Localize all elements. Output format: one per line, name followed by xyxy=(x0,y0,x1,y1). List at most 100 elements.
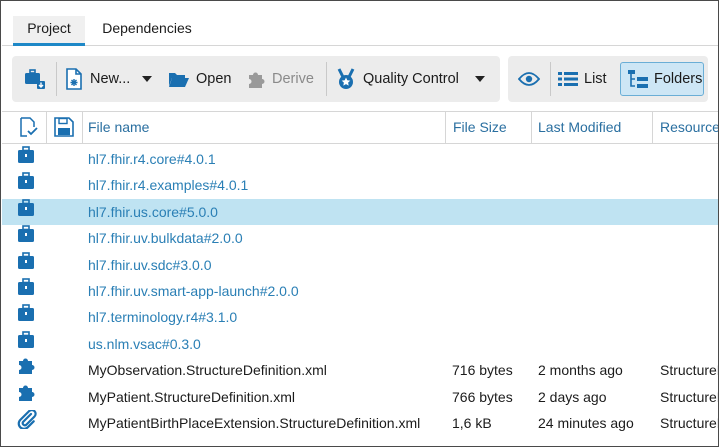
puzzle-icon xyxy=(17,384,37,410)
file-name-cell[interactable]: hl7.fhir.r4.core#4.0.1 xyxy=(88,146,444,172)
table-row[interactable]: MyObservation.StructureDefinition.xml 71… xyxy=(2,357,718,383)
table-row[interactable]: hl7.fhir.uv.bulkdata#2.0.0 xyxy=(2,225,718,251)
package-icon xyxy=(17,278,35,304)
row-icon-cell xyxy=(17,225,41,251)
tab-dependencies[interactable]: Dependencies xyxy=(88,16,206,46)
puzzle-icon xyxy=(17,357,37,383)
row-icon-cell xyxy=(17,278,41,304)
file-size-cell xyxy=(452,304,532,330)
package-icon xyxy=(17,330,35,357)
quality-control-label: Quality Control xyxy=(363,71,459,87)
file-name-cell: MyPatient.StructureDefinition.xml xyxy=(88,388,295,405)
new-button[interactable]: New... xyxy=(64,62,158,96)
open-button-label: Open xyxy=(196,71,232,87)
table-row[interactable]: hl7.fhir.us.core#5.0.0 xyxy=(2,198,718,225)
medal-icon xyxy=(337,68,355,90)
file-size-cell xyxy=(452,225,532,251)
last-modified-cell: 24 minutes ago xyxy=(538,415,634,431)
row-icon-cell xyxy=(17,146,41,172)
column-header-resource[interactable]: Resource xyxy=(660,112,718,143)
last-modified-cell xyxy=(538,172,652,198)
validation-column-header[interactable] xyxy=(18,112,42,143)
column-divider[interactable] xyxy=(46,112,47,143)
row-icon-cell xyxy=(17,251,41,278)
file-name-cell[interactable]: hl7.terminology.r4#3.1.0 xyxy=(88,304,444,330)
table-row[interactable]: hl7.fhir.r4.examples#4.0.1 xyxy=(2,172,718,198)
paperclip-icon xyxy=(17,410,37,436)
table-row[interactable]: MyPatient.StructureDefinition.xml 766 by… xyxy=(2,384,718,410)
row-icon-cell xyxy=(17,198,41,225)
list-view-button[interactable]: List xyxy=(558,62,614,96)
column-divider[interactable] xyxy=(652,112,653,143)
derive-button[interactable]: Derive xyxy=(246,62,320,96)
resource-type-cell xyxy=(660,225,718,251)
file-name-cell[interactable]: hl7.fhir.uv.sdc#3.0.0 xyxy=(88,252,444,278)
package-icon xyxy=(17,146,35,172)
quality-control-button[interactable]: Quality Control xyxy=(337,62,495,96)
row-icon-cell xyxy=(17,172,41,198)
resource-type-cell: StructureDefinition xyxy=(660,415,718,431)
resource-type-cell xyxy=(660,252,718,278)
puzzle-icon xyxy=(246,69,266,89)
column-divider[interactable] xyxy=(445,112,446,143)
file-name-cell[interactable]: hl7.fhir.uv.smart-app-launch#2.0.0 xyxy=(88,278,444,304)
column-divider[interactable] xyxy=(531,112,532,143)
file-size-cell: 766 bytes xyxy=(452,388,513,405)
column-header-file-size[interactable]: File Size xyxy=(453,112,529,143)
table-row[interactable]: hl7.fhir.uv.smart-app-launch#2.0.0 xyxy=(2,278,718,304)
file-size-cell: 1,6 kB xyxy=(452,415,492,431)
file-size-cell xyxy=(452,252,532,278)
toolbar-view-group: List Folders xyxy=(508,56,708,102)
resource-type-cell xyxy=(660,278,718,304)
file-size-cell xyxy=(452,146,532,172)
chevron-down-icon[interactable] xyxy=(142,76,153,82)
last-modified-cell xyxy=(538,278,652,304)
column-header-last-modified[interactable]: Last Modified xyxy=(538,112,648,143)
folders-view-button[interactable]: Folders xyxy=(620,62,704,96)
column-header-file-name[interactable]: File name xyxy=(88,112,438,143)
briefcase-download-icon xyxy=(23,68,47,90)
folder-tree-icon xyxy=(628,70,648,88)
storage-column-header[interactable] xyxy=(54,112,78,143)
eye-icon xyxy=(518,72,540,86)
file-size-cell xyxy=(452,331,532,357)
file-size-cell xyxy=(452,172,532,198)
list-label: List xyxy=(584,71,607,87)
derive-button-label: Derive xyxy=(272,71,314,87)
tab-bar: Project Dependencies xyxy=(2,2,718,46)
package-icon xyxy=(17,172,35,198)
file-name-cell[interactable]: us.nlm.vsac#0.3.0 xyxy=(88,331,444,357)
file-name-cell[interactable]: hl7.fhir.r4.examples#4.0.1 xyxy=(88,172,444,198)
file-size-cell: 716 bytes xyxy=(452,362,513,379)
add-package-button[interactable] xyxy=(18,62,52,96)
resource-type-cell xyxy=(660,304,718,330)
table-row[interactable]: us.nlm.vsac#0.3.0 xyxy=(2,330,718,357)
save-icon xyxy=(54,117,74,140)
toolbar-separator xyxy=(550,62,551,96)
table-row[interactable]: hl7.fhir.uv.sdc#3.0.0 xyxy=(2,251,718,278)
chevron-down-icon[interactable] xyxy=(474,76,485,82)
open-button[interactable]: Open xyxy=(168,62,234,96)
file-table: File name File Size Last Modified Resour… xyxy=(2,111,718,446)
file-name-cell[interactable]: hl7.fhir.uv.bulkdata#2.0.0 xyxy=(88,225,444,251)
folders-label: Folders xyxy=(654,71,703,87)
resource-type-cell xyxy=(660,146,718,172)
list-icon xyxy=(558,71,578,87)
tab-project[interactable]: Project xyxy=(13,16,85,46)
row-icon-cell xyxy=(17,384,41,410)
project-window: Project Dependencies New... Open Derive … xyxy=(0,0,719,447)
file-check-icon xyxy=(18,117,38,140)
preview-button[interactable] xyxy=(514,62,544,96)
row-icon-cell xyxy=(17,304,41,330)
row-icon-cell xyxy=(17,330,41,357)
table-row[interactable]: hl7.fhir.r4.core#4.0.1 xyxy=(2,146,718,172)
table-row[interactable]: MyPatientBirthPlaceExtension.StructureDe… xyxy=(2,410,718,436)
column-divider[interactable] xyxy=(82,112,83,143)
table-row[interactable]: hl7.terminology.r4#3.1.0 xyxy=(2,304,718,330)
folder-open-icon xyxy=(168,70,190,88)
toolbar-separator xyxy=(326,62,327,96)
toolbar-main-group: New... Open Derive Quality Control xyxy=(12,56,500,102)
last-modified-cell xyxy=(538,331,652,357)
resource-type-cell xyxy=(660,331,718,357)
file-name-cell[interactable]: hl7.fhir.us.core#5.0.0 xyxy=(88,199,444,225)
